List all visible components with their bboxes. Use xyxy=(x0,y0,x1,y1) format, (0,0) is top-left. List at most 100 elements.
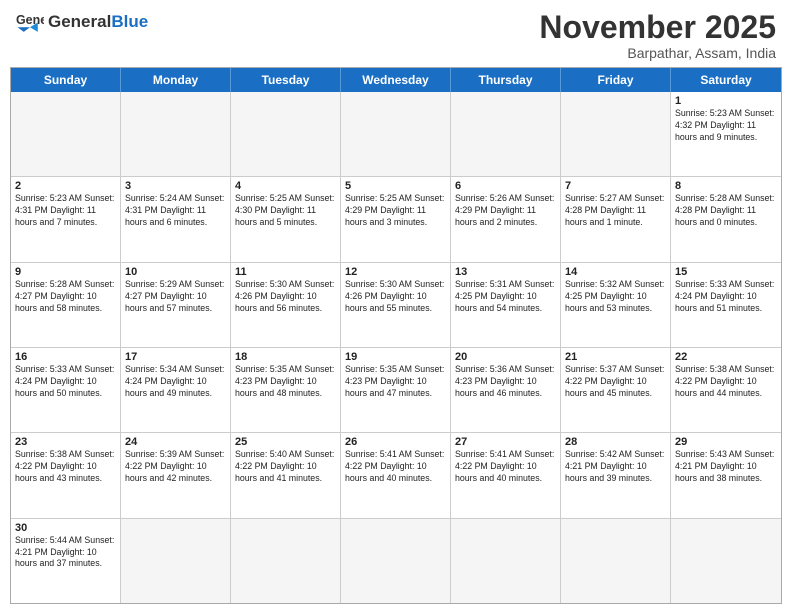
calendar-cell: 10Sunrise: 5:29 AM Sunset: 4:27 PM Dayli… xyxy=(121,263,231,347)
cell-info: Sunrise: 5:23 AM Sunset: 4:32 PM Dayligh… xyxy=(675,108,777,144)
day-number: 15 xyxy=(675,266,777,278)
location: Barpathar, Assam, India xyxy=(539,45,776,61)
calendar-cell xyxy=(341,519,451,603)
calendar-cell: 28Sunrise: 5:42 AM Sunset: 4:21 PM Dayli… xyxy=(561,433,671,517)
day-number: 19 xyxy=(345,351,446,363)
calendar-cell: 19Sunrise: 5:35 AM Sunset: 4:23 PM Dayli… xyxy=(341,348,451,432)
day-number: 30 xyxy=(15,522,116,534)
calendar-cell: 24Sunrise: 5:39 AM Sunset: 4:22 PM Dayli… xyxy=(121,433,231,517)
day-number: 13 xyxy=(455,266,556,278)
cell-info: Sunrise: 5:34 AM Sunset: 4:24 PM Dayligh… xyxy=(125,364,226,400)
cell-info: Sunrise: 5:31 AM Sunset: 4:25 PM Dayligh… xyxy=(455,279,556,315)
day-number: 5 xyxy=(345,180,446,192)
calendar-cell: 25Sunrise: 5:40 AM Sunset: 4:22 PM Dayli… xyxy=(231,433,341,517)
calendar-cell: 30Sunrise: 5:44 AM Sunset: 4:21 PM Dayli… xyxy=(11,519,121,603)
cell-info: Sunrise: 5:27 AM Sunset: 4:28 PM Dayligh… xyxy=(565,193,666,229)
calendar-cell xyxy=(451,519,561,603)
day-number: 7 xyxy=(565,180,666,192)
cell-info: Sunrise: 5:23 AM Sunset: 4:31 PM Dayligh… xyxy=(15,193,116,229)
calendar-cell: 16Sunrise: 5:33 AM Sunset: 4:24 PM Dayli… xyxy=(11,348,121,432)
calendar-row: 1Sunrise: 5:23 AM Sunset: 4:32 PM Daylig… xyxy=(11,92,781,177)
calendar-body: 1Sunrise: 5:23 AM Sunset: 4:32 PM Daylig… xyxy=(11,92,781,603)
calendar-cell: 14Sunrise: 5:32 AM Sunset: 4:25 PM Dayli… xyxy=(561,263,671,347)
cell-info: Sunrise: 5:29 AM Sunset: 4:27 PM Dayligh… xyxy=(125,279,226,315)
cell-info: Sunrise: 5:24 AM Sunset: 4:31 PM Dayligh… xyxy=(125,193,226,229)
cell-info: Sunrise: 5:41 AM Sunset: 4:22 PM Dayligh… xyxy=(345,449,446,485)
calendar-cell xyxy=(671,519,781,603)
day-number: 24 xyxy=(125,436,226,448)
calendar-cell: 26Sunrise: 5:41 AM Sunset: 4:22 PM Dayli… xyxy=(341,433,451,517)
calendar-cell: 18Sunrise: 5:35 AM Sunset: 4:23 PM Dayli… xyxy=(231,348,341,432)
logo: General GeneralBlue xyxy=(16,10,148,32)
calendar-row: 16Sunrise: 5:33 AM Sunset: 4:24 PM Dayli… xyxy=(11,348,781,433)
calendar-cell: 8Sunrise: 5:28 AM Sunset: 4:28 PM Daylig… xyxy=(671,177,781,261)
day-number: 2 xyxy=(15,180,116,192)
calendar-cell xyxy=(121,519,231,603)
col-header-thursday: Thursday xyxy=(451,68,561,92)
cell-info: Sunrise: 5:35 AM Sunset: 4:23 PM Dayligh… xyxy=(235,364,336,400)
cell-info: Sunrise: 5:35 AM Sunset: 4:23 PM Dayligh… xyxy=(345,364,446,400)
cell-info: Sunrise: 5:39 AM Sunset: 4:22 PM Dayligh… xyxy=(125,449,226,485)
logo-blue: Blue xyxy=(111,12,148,31)
calendar-cell xyxy=(341,92,451,176)
title-block: November 2025 Barpathar, Assam, India xyxy=(539,10,776,61)
day-number: 26 xyxy=(345,436,446,448)
day-number: 18 xyxy=(235,351,336,363)
header: General GeneralBlue November 2025 Barpat… xyxy=(0,0,792,67)
calendar-cell: 15Sunrise: 5:33 AM Sunset: 4:24 PM Dayli… xyxy=(671,263,781,347)
cell-info: Sunrise: 5:25 AM Sunset: 4:30 PM Dayligh… xyxy=(235,193,336,229)
cell-info: Sunrise: 5:37 AM Sunset: 4:22 PM Dayligh… xyxy=(565,364,666,400)
day-number: 29 xyxy=(675,436,777,448)
calendar-cell: 11Sunrise: 5:30 AM Sunset: 4:26 PM Dayli… xyxy=(231,263,341,347)
cell-info: Sunrise: 5:40 AM Sunset: 4:22 PM Dayligh… xyxy=(235,449,336,485)
calendar-row: 30Sunrise: 5:44 AM Sunset: 4:21 PM Dayli… xyxy=(11,519,781,603)
day-number: 4 xyxy=(235,180,336,192)
calendar-cell: 3Sunrise: 5:24 AM Sunset: 4:31 PM Daylig… xyxy=(121,177,231,261)
calendar-row: 23Sunrise: 5:38 AM Sunset: 4:22 PM Dayli… xyxy=(11,433,781,518)
col-header-monday: Monday xyxy=(121,68,231,92)
cell-info: Sunrise: 5:41 AM Sunset: 4:22 PM Dayligh… xyxy=(455,449,556,485)
day-number: 3 xyxy=(125,180,226,192)
cell-info: Sunrise: 5:33 AM Sunset: 4:24 PM Dayligh… xyxy=(15,364,116,400)
calendar-cell xyxy=(11,92,121,176)
calendar-cell: 4Sunrise: 5:25 AM Sunset: 4:30 PM Daylig… xyxy=(231,177,341,261)
logo-general: General xyxy=(48,12,111,31)
day-number: 23 xyxy=(15,436,116,448)
calendar-cell: 2Sunrise: 5:23 AM Sunset: 4:31 PM Daylig… xyxy=(11,177,121,261)
calendar-cell: 6Sunrise: 5:26 AM Sunset: 4:29 PM Daylig… xyxy=(451,177,561,261)
page: General GeneralBlue November 2025 Barpat… xyxy=(0,0,792,612)
calendar-cell: 5Sunrise: 5:25 AM Sunset: 4:29 PM Daylig… xyxy=(341,177,451,261)
day-number: 28 xyxy=(565,436,666,448)
generalblue-logo-icon: General xyxy=(16,10,44,32)
calendar: SundayMondayTuesdayWednesdayThursdayFrid… xyxy=(10,67,782,604)
calendar-cell: 23Sunrise: 5:38 AM Sunset: 4:22 PM Dayli… xyxy=(11,433,121,517)
col-header-sunday: Sunday xyxy=(11,68,121,92)
day-number: 27 xyxy=(455,436,556,448)
calendar-cell xyxy=(121,92,231,176)
cell-info: Sunrise: 5:43 AM Sunset: 4:21 PM Dayligh… xyxy=(675,449,777,485)
calendar-row: 9Sunrise: 5:28 AM Sunset: 4:27 PM Daylig… xyxy=(11,263,781,348)
day-number: 9 xyxy=(15,266,116,278)
cell-info: Sunrise: 5:30 AM Sunset: 4:26 PM Dayligh… xyxy=(235,279,336,315)
day-number: 11 xyxy=(235,266,336,278)
calendar-row: 2Sunrise: 5:23 AM Sunset: 4:31 PM Daylig… xyxy=(11,177,781,262)
cell-info: Sunrise: 5:26 AM Sunset: 4:29 PM Dayligh… xyxy=(455,193,556,229)
column-headers: SundayMondayTuesdayWednesdayThursdayFrid… xyxy=(11,68,781,92)
day-number: 20 xyxy=(455,351,556,363)
day-number: 21 xyxy=(565,351,666,363)
cell-info: Sunrise: 5:36 AM Sunset: 4:23 PM Dayligh… xyxy=(455,364,556,400)
calendar-cell: 22Sunrise: 5:38 AM Sunset: 4:22 PM Dayli… xyxy=(671,348,781,432)
day-number: 1 xyxy=(675,95,777,107)
calendar-cell: 29Sunrise: 5:43 AM Sunset: 4:21 PM Dayli… xyxy=(671,433,781,517)
calendar-cell: 9Sunrise: 5:28 AM Sunset: 4:27 PM Daylig… xyxy=(11,263,121,347)
col-header-tuesday: Tuesday xyxy=(231,68,341,92)
calendar-cell: 21Sunrise: 5:37 AM Sunset: 4:22 PM Dayli… xyxy=(561,348,671,432)
calendar-cell xyxy=(451,92,561,176)
cell-info: Sunrise: 5:32 AM Sunset: 4:25 PM Dayligh… xyxy=(565,279,666,315)
calendar-cell: 13Sunrise: 5:31 AM Sunset: 4:25 PM Dayli… xyxy=(451,263,561,347)
cell-info: Sunrise: 5:30 AM Sunset: 4:26 PM Dayligh… xyxy=(345,279,446,315)
calendar-cell: 20Sunrise: 5:36 AM Sunset: 4:23 PM Dayli… xyxy=(451,348,561,432)
day-number: 14 xyxy=(565,266,666,278)
cell-info: Sunrise: 5:38 AM Sunset: 4:22 PM Dayligh… xyxy=(15,449,116,485)
day-number: 12 xyxy=(345,266,446,278)
